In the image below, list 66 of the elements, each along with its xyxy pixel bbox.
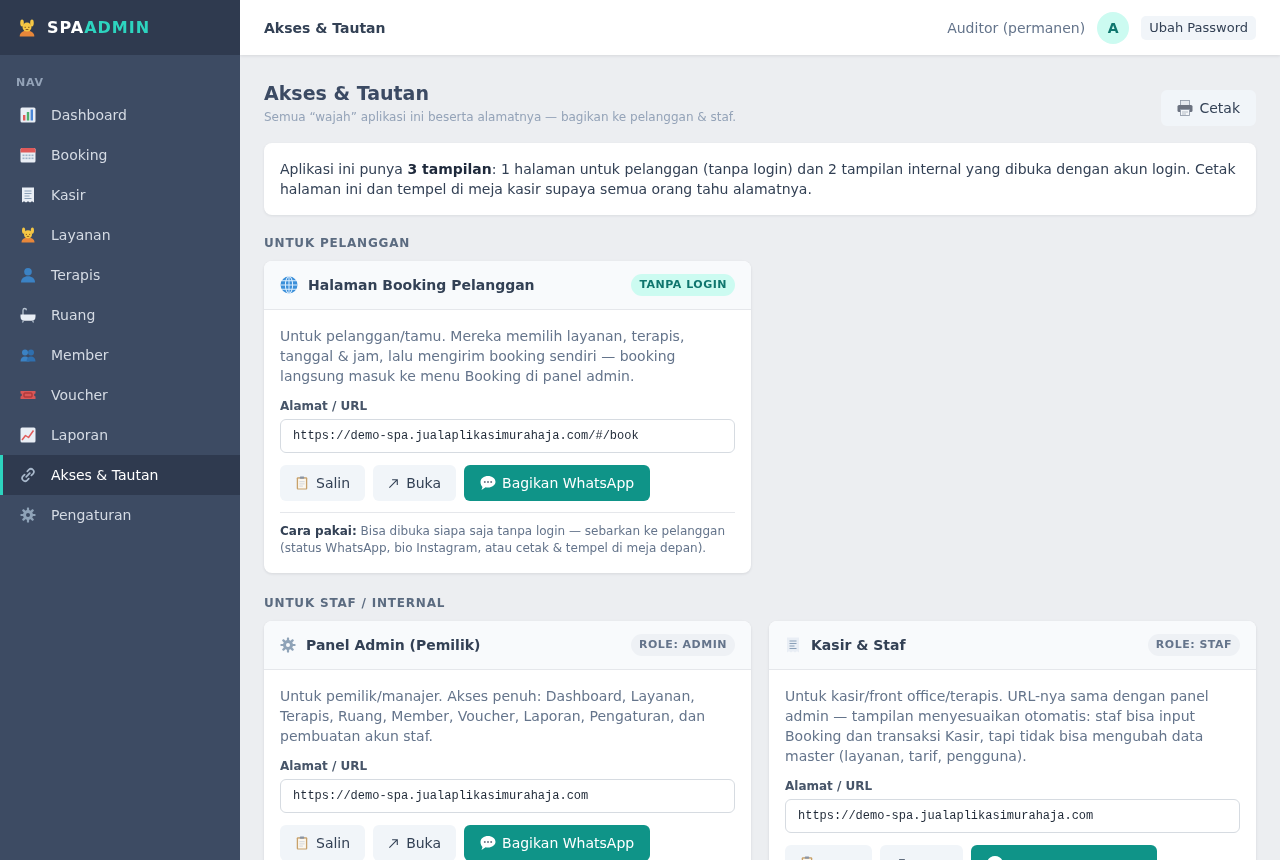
change-password-button[interactable]: Ubah Password xyxy=(1141,15,1256,40)
nav-item[interactable]: Ruang xyxy=(0,295,240,335)
nav-item[interactable]: Laporan xyxy=(0,415,240,455)
url-field[interactable]: https://demo-spa.jualaplikasimurahaja.com/#/book xyxy=(280,419,735,453)
card-title: Halaman Booking Pelanggan xyxy=(308,277,536,293)
users-icon xyxy=(20,347,36,363)
bathtub-icon xyxy=(20,307,36,323)
page-title: Akses & Tautan xyxy=(264,81,430,105)
field-label: Alamat / URL xyxy=(785,778,874,794)
intro-text: Aplikasi ini punya 3 tampilan: 1 halaman untuk pelanggan (tanpa login) dan 2 tampilan internal yang dibuka dengan akun login. Cetak halaman ini dan tempel di meja kasir supaya semua orang tahu alamatnya. xyxy=(280,160,1237,199)
field-label: Alamat / URL xyxy=(280,758,369,774)
gear-icon xyxy=(20,507,36,523)
access-badge: ROLE: ADMIN xyxy=(631,634,735,656)
nav-item[interactable]: Kasir xyxy=(0,175,240,215)
page-subtitle: Semua “wajah” aplikasi ini beserta alamatnya — bagikan ke pelanggan & staf. xyxy=(264,109,736,125)
access-badge: ROLE: STAF xyxy=(1147,634,1240,656)
nav-item[interactable]: Layanan xyxy=(0,215,240,255)
link-icon xyxy=(20,467,36,483)
user-avatar[interactable]: A xyxy=(1097,11,1130,44)
card-title: Kasir & Staf xyxy=(811,637,907,653)
calendar-icon xyxy=(20,147,36,163)
line-chart-icon xyxy=(20,427,36,443)
globe-icon xyxy=(280,276,298,294)
spa-person-icon xyxy=(18,18,36,37)
card-title: Panel Admin (Pemilik) xyxy=(306,637,482,653)
card-description: Untuk kasir/front office/terapis. URL-nya sama dengan panel admin — tampilan menyesuaikan otomatis: staf bisa input Booking dan transaksi Kasir, tapi tidak bisa mengubah data master (layanan, tarif, pengguna). xyxy=(785,687,1210,766)
nav-item[interactable]: Terapis xyxy=(0,255,240,295)
nav-item[interactable]: Voucher xyxy=(0,375,240,415)
user-icon xyxy=(20,267,36,283)
whatsapp-share-button[interactable]: Bagikan WhatsApp xyxy=(464,465,651,501)
usage-note: Cara pakai: Bisa dibuka siapa saja tanpa login — sebarkan ke pelanggan (status WhatsApp, bio Instagram, atau cetak & tempel di meja depan). xyxy=(280,512,735,557)
card-description: Untuk pelanggan/tamu. Mereka memilih layanan, terapis, tanggal & jam, lalu mengirim booking sendiri — booking langsung masuk ke menu Booking di panel admin. xyxy=(280,327,686,386)
nav-item[interactable]: Akses & Tautan xyxy=(0,455,240,495)
clipboard-icon xyxy=(295,476,309,490)
section-heading: UNTUK STAF / INTERNAL xyxy=(264,595,447,611)
field-label: Alamat / URL xyxy=(280,398,369,414)
clipboard-icon xyxy=(295,836,309,850)
open-button[interactable]: Buka xyxy=(373,825,457,860)
chat-bubble-icon xyxy=(480,475,497,491)
gear-icon xyxy=(280,637,296,653)
arrow-icon xyxy=(388,477,400,489)
chat-bubble-icon xyxy=(480,835,497,851)
whatsapp-share-button[interactable]: Bagikan WhatsApp xyxy=(464,825,651,860)
receipt-icon xyxy=(785,637,801,653)
header-title: Akses & Tautan xyxy=(264,19,386,36)
nav-item[interactable]: Dashboard xyxy=(0,95,240,135)
copy-button[interactable]: Salin xyxy=(280,465,366,501)
person-icon xyxy=(20,227,36,243)
nav-item[interactable]: Member xyxy=(0,335,240,375)
arrow-icon xyxy=(388,837,400,849)
section-heading: UNTUK PELANGGAN xyxy=(264,235,412,251)
copy-button[interactable]: Salin xyxy=(280,825,366,860)
user-name: Auditor (permanen) xyxy=(947,19,1086,36)
nav-item[interactable]: Booking xyxy=(0,135,240,175)
url-field[interactable]: https://demo-spa.jualaplikasimurahaja.com xyxy=(280,779,735,813)
brand-name: SPAADMIN xyxy=(47,18,151,37)
open-button[interactable]: Buka xyxy=(373,465,457,501)
printer-icon xyxy=(1177,100,1194,116)
print-button[interactable]: Cetak xyxy=(1161,90,1256,126)
access-badge: TANPA LOGIN xyxy=(631,274,735,296)
receipt-icon xyxy=(20,187,36,203)
card-description: Untuk pemilik/manajer. Akses penuh: Dashboard, Layanan, Terapis, Ruang, Member, Voucher, Laporan, Pengaturan, dan pembuatan akun staf. xyxy=(280,687,707,746)
nav-heading: NAV xyxy=(15,75,45,90)
bar-chart-icon xyxy=(20,107,36,123)
nav-item[interactable]: Pengaturan xyxy=(0,495,240,535)
url-field[interactable]: https://demo-spa.jualaplikasimurahaja.com xyxy=(785,799,1240,833)
